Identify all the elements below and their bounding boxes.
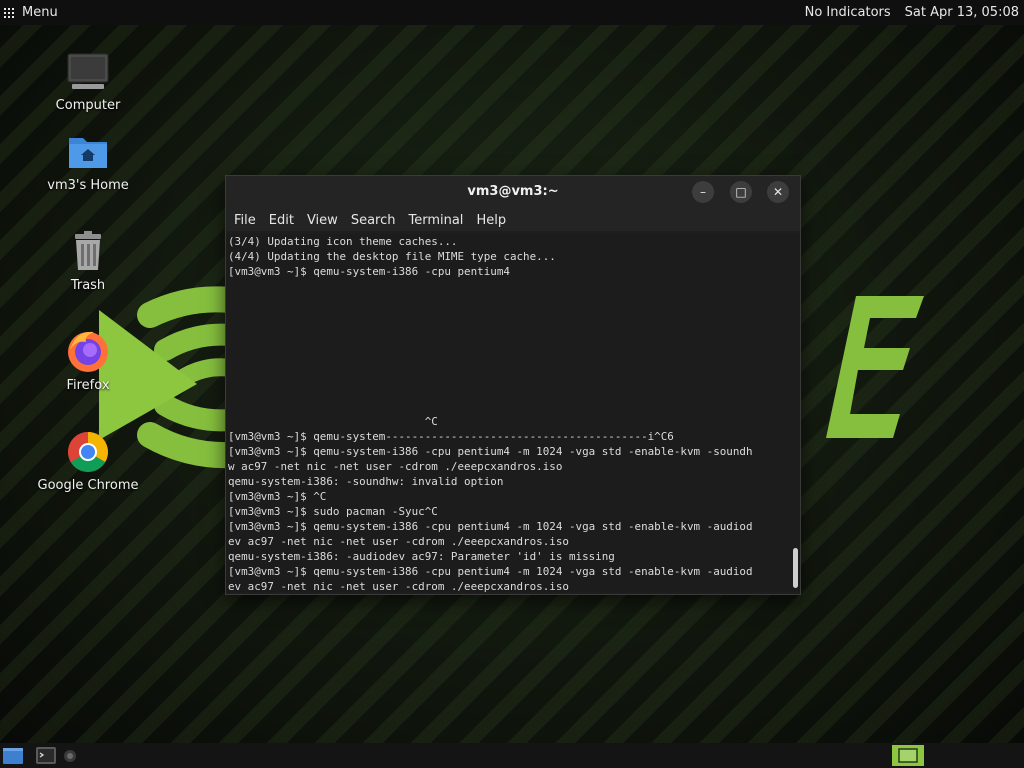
terminal-line: [vm3@vm3 ~]$ qemu-system-i386 -cpu penti…	[228, 265, 510, 278]
maximize-icon: □	[735, 185, 747, 199]
terminal-line: ev ac97 -net nic -net user -cdrom ./eeep…	[228, 535, 569, 548]
menu-help[interactable]: Help	[476, 213, 506, 228]
close-button[interactable]: ✕	[767, 181, 789, 203]
menu-edit[interactable]: Edit	[269, 213, 294, 228]
terminal-line: ^C	[228, 415, 438, 428]
terminal-line: [vm3@vm3 ~]$ qemu-system----------------…	[228, 430, 674, 443]
menu-view[interactable]: View	[307, 213, 338, 228]
show-desktop-icon[interactable]	[2, 745, 24, 766]
terminal-line: (4/4) Updating the desktop file MIME typ…	[228, 250, 556, 263]
bottom-panel	[0, 743, 1024, 768]
close-icon: ✕	[772, 185, 784, 199]
desktop-icon-home[interactable]: vm3's Home	[33, 130, 143, 193]
terminal-line: qemu-system-i386: -audiodev ac97: Parame…	[228, 550, 615, 563]
desktop-icon-chrome[interactable]: Google Chrome	[33, 430, 143, 493]
menu-label: Menu	[22, 5, 58, 20]
menu-file[interactable]: File	[234, 213, 256, 228]
terminal-line: qemu-system-i386: -soundhw: invalid opti…	[228, 475, 504, 488]
desktop-icon-label: vm3's Home	[47, 178, 129, 193]
desktop-icon-trash[interactable]: Trash	[33, 230, 143, 293]
chrome-icon	[68, 432, 108, 472]
window-titlebar[interactable]: vm3@vm3:~ – □ ✕	[226, 176, 800, 209]
terminal-output[interactable]: (3/4) Updating icon theme caches... (4/4)…	[226, 234, 788, 592]
trash-icon	[75, 231, 101, 270]
terminal-line: (3/4) Updating icon theme caches...	[228, 235, 458, 248]
menu-terminal[interactable]: Terminal	[408, 213, 463, 228]
terminal-line: [vm3@vm3 ~]$ ^C	[228, 490, 327, 503]
terminal-scrollbar[interactable]	[788, 234, 800, 592]
app-indicator-icon[interactable]	[62, 745, 78, 766]
desktop-icon-label: Google Chrome	[37, 478, 139, 493]
scrollbar-thumb[interactable]	[793, 548, 798, 588]
terminal-line: [vm3@vm3 ~]$ sudo pacman -Syuc^C	[228, 505, 438, 518]
apps-grid-icon	[4, 7, 14, 18]
clock[interactable]: Sat Apr 13, 05:08	[905, 5, 1019, 20]
terminal-line: w ac97 -net nic -net user -cdrom ./eeepc…	[228, 460, 563, 473]
minimize-icon: –	[700, 185, 706, 199]
terminal-line: [vm3@vm3 ~]$ qemu-system-i386 -cpu penti…	[228, 445, 753, 458]
desktop-icon-firefox[interactable]: Firefox	[33, 328, 143, 393]
desktop-icon-computer[interactable]: Computer	[33, 50, 143, 113]
firefox-icon	[68, 331, 108, 372]
window-title: vm3@vm3:~	[467, 184, 559, 199]
desktop-icon-label: Trash	[70, 278, 106, 293]
terminal-line: ev ac97 -net nic -net user -cdrom ./eeep…	[228, 580, 569, 592]
desktop-icon-label: Computer	[55, 98, 121, 113]
menu-button[interactable]: Menu	[0, 0, 58, 25]
terminal-launcher-icon[interactable]	[35, 745, 57, 766]
terminal-window[interactable]: vm3@vm3:~ – □ ✕ File Edit View Search Te…	[225, 175, 801, 595]
menu-search[interactable]: Search	[351, 213, 396, 228]
top-panel: Menu No Indicators Sat Apr 13, 05:08	[0, 0, 1024, 25]
workspace-switcher-icon[interactable]	[892, 745, 924, 766]
terminal-line: [vm3@vm3 ~]$ qemu-system-i386 -cpu penti…	[228, 520, 753, 533]
maximize-button[interactable]: □	[730, 181, 752, 203]
terminal-menubar: File Edit View Search Terminal Help	[226, 209, 800, 231]
indicators-label[interactable]: No Indicators	[805, 5, 891, 20]
computer-icon	[67, 53, 109, 89]
desktop-icon-label: Firefox	[66, 378, 110, 393]
home-folder-icon	[69, 138, 107, 168]
minimize-button[interactable]: –	[692, 181, 714, 203]
terminal-line: [vm3@vm3 ~]$ qemu-system-i386 -cpu penti…	[228, 565, 753, 578]
